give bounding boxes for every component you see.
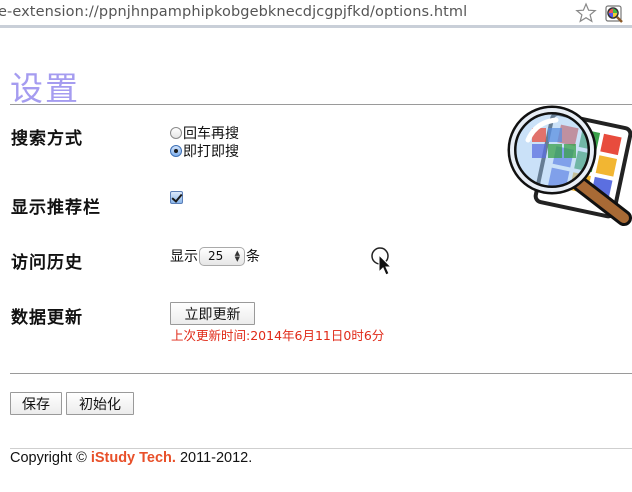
search-mode-label: 搜索方式 (11, 129, 83, 149)
data-update-label: 数据更新 (11, 308, 83, 328)
browser-address-bar[interactable]: e-extension://ppnjhnpamphipkobgebknecdjc… (0, 0, 632, 28)
reset-button[interactable]: 初始化 (66, 392, 134, 415)
select-arrows-icon[interactable]: ▲ ▼ (235, 249, 240, 262)
radio-instant[interactable] (170, 145, 182, 157)
magnifier-logo-icon (507, 105, 632, 226)
footer-prefix: Copyright © (10, 450, 91, 466)
history-count-select[interactable]: 25 ▲ ▼ (199, 246, 245, 266)
page-title: 设置 (10, 69, 80, 108)
search-mode-option-enter[interactable]: 回车再搜 (170, 123, 239, 143)
history-count-value[interactable]: 25 (208, 249, 223, 263)
footer-divider (10, 448, 632, 449)
history-setting: 显示 25 ▲ ▼ 条 (170, 246, 260, 266)
footer-brand: iStudy Tech. (90, 450, 176, 466)
recommend-bar-checkbox[interactable] (170, 191, 183, 204)
star-icon[interactable] (575, 2, 597, 24)
history-suffix: 条 (246, 249, 260, 265)
history-label: 访问历史 (11, 253, 83, 273)
search-mode-option-instant[interactable]: 即打即搜 (170, 141, 239, 161)
radio-instant-label[interactable]: 即打即搜 (183, 141, 239, 161)
footer-suffix: 2011-2012. (175, 450, 253, 466)
save-button[interactable]: 保存 (10, 392, 62, 415)
url-text[interactable]: e-extension://ppnjhnpamphipkobgebknecdjc… (0, 4, 467, 20)
radio-enter[interactable] (170, 127, 182, 139)
footer-copyright: Copyright © iStudy Tech. 2011-2012. (10, 450, 252, 466)
extension-icon[interactable] (603, 3, 625, 25)
radio-enter-label[interactable]: 回车再搜 (183, 123, 239, 143)
history-prefix: 显示 (170, 249, 198, 265)
update-now-button[interactable]: 立即更新 (170, 302, 255, 325)
recommend-bar-label: 显示推荐栏 (11, 198, 101, 218)
form-divider (10, 373, 632, 374)
cursor-icon (371, 247, 393, 276)
last-update-time: 上次更新时间:2014年6月11日0时6分 (171, 328, 385, 343)
